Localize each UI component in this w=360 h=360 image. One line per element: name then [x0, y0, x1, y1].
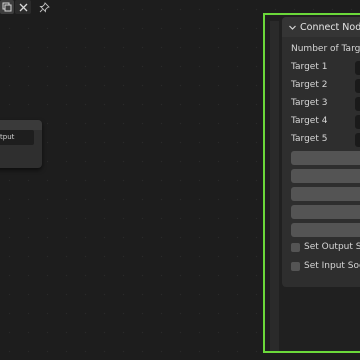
close-button[interactable]	[15, 0, 31, 14]
checkbox-square[interactable]	[291, 261, 300, 271]
panel-header[interactable]: Connect Node	[282, 17, 360, 37]
connect-button-4[interactable]: C	[291, 205, 360, 219]
connect-button-2[interactable]: C	[291, 169, 360, 183]
set-output-socket-label: Set Output Soc	[304, 242, 360, 252]
pin-button[interactable]	[36, 0, 52, 14]
checkbox-square[interactable]	[291, 242, 300, 252]
num-targets-label: Number of Targe	[291, 44, 360, 54]
copy-button[interactable]	[0, 0, 14, 14]
chevron-down-icon	[289, 25, 296, 30]
connect-button-3[interactable]: C	[291, 187, 360, 201]
sidebar-scroll-gutter[interactable]	[270, 21, 279, 351]
graph-node[interactable]: tput	[0, 120, 42, 168]
target-3-field[interactable]	[355, 97, 360, 111]
target-2-label: Target 2	[291, 80, 328, 90]
target-1-label: Target 1	[291, 62, 328, 72]
node-header[interactable]	[0, 120, 42, 130]
target-3-label: Target 3	[291, 98, 328, 108]
copy-icon	[2, 2, 12, 12]
target-5-label: Target 5	[291, 134, 328, 144]
set-input-socket-label: Set Input Sock	[304, 261, 360, 271]
connect-button-1[interactable]: C	[291, 151, 360, 165]
target-1-field[interactable]	[355, 61, 360, 75]
connect-button-5[interactable]: C	[291, 223, 360, 237]
set-output-socket-checkbox[interactable]: Set Output Soc	[291, 240, 360, 254]
node-socket-label: tput	[0, 130, 34, 145]
top-toolbar	[0, 0, 60, 16]
close-icon	[19, 3, 27, 11]
pin-icon	[38, 1, 50, 13]
target-4-field[interactable]	[355, 115, 360, 129]
set-input-socket-checkbox[interactable]: Set Input Sock	[291, 259, 360, 273]
panel-title: Connect Node	[300, 21, 360, 33]
target-2-field[interactable]	[355, 79, 360, 93]
connect-node-panel: Connect Node Number of Targe Target 1 Ta…	[282, 17, 360, 287]
target-5-field[interactable]	[355, 133, 360, 147]
sidebar-panel-region: Connect Node Number of Targe Target 1 Ta…	[263, 13, 360, 353]
target-4-label: Target 4	[291, 116, 328, 126]
node-editor-canvas[interactable]: tput Connect Node Number of Targe Target…	[0, 0, 360, 360]
